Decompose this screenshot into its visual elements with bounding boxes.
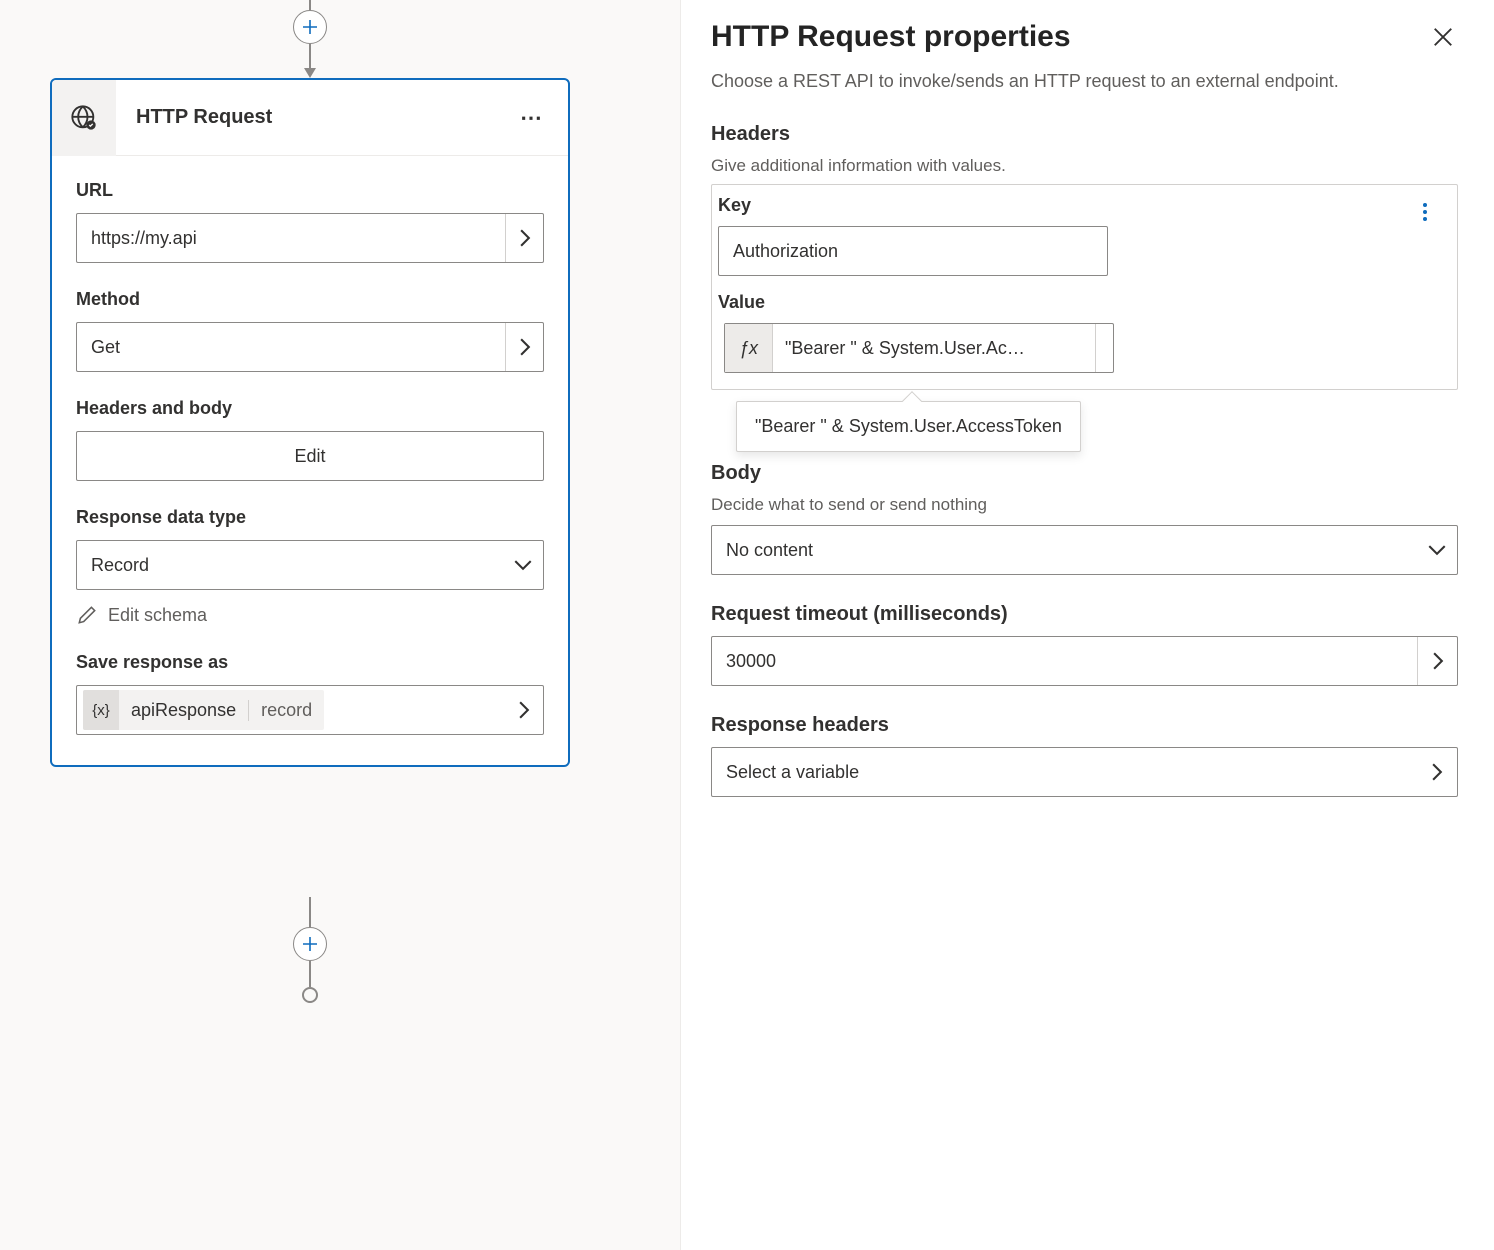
- body-title: Body: [711, 462, 1458, 485]
- chevron-down-icon: [503, 559, 543, 571]
- response-headers-section: Response headers Select a variable: [711, 714, 1458, 797]
- response-type-field: Response data type Record Edit schema: [76, 507, 544, 626]
- node-more-button[interactable]: ⋯: [496, 105, 568, 131]
- method-label: Method: [76, 289, 544, 310]
- flow-connector-bottom: [306, 897, 314, 1017]
- response-type-label: Response data type: [76, 507, 544, 528]
- response-type-value: Record: [77, 555, 503, 576]
- url-input[interactable]: [77, 228, 505, 249]
- timeout-input-row[interactable]: [711, 636, 1458, 686]
- body-section: Body Decide what to send or send nothing…: [711, 462, 1458, 575]
- header-item-card: Key Value ƒx "Bearer " & System.User.Ac……: [711, 184, 1458, 390]
- add-node-button-bottom[interactable]: [293, 927, 327, 961]
- node-header: HTTP Request ⋯: [52, 80, 568, 156]
- variable-name: apiResponse: [119, 700, 248, 721]
- response-headers-placeholder: Select a variable: [712, 762, 1417, 783]
- flow-end-icon: [302, 987, 318, 1003]
- headers-body-label: Headers and body: [76, 398, 544, 419]
- chevron-down-icon: [1417, 544, 1457, 556]
- response-headers-select[interactable]: Select a variable: [711, 747, 1458, 797]
- fx-icon: ƒx: [725, 324, 773, 372]
- method-expand-button[interactable]: [505, 323, 543, 371]
- method-field: Method Get: [76, 289, 544, 372]
- node-body: URL Method Get: [52, 156, 568, 765]
- panel-title: HTTP Request properties: [711, 20, 1071, 54]
- headers-hint: Give additional information with values.: [711, 156, 1458, 176]
- headers-body-field: Headers and body Edit: [76, 398, 544, 481]
- pencil-icon: [76, 604, 98, 626]
- header-value-formula[interactable]: ƒx "Bearer " & System.User.Ac…: [724, 323, 1114, 373]
- canvas-area: HTTP Request ⋯ URL Method Get: [0, 0, 680, 1250]
- headers-section: Headers Give additional information with…: [711, 123, 1458, 390]
- body-value: No content: [712, 540, 1417, 561]
- http-icon: [52, 80, 116, 156]
- timeout-input[interactable]: [712, 651, 1417, 672]
- method-value: Get: [77, 337, 505, 358]
- timeout-section: Request timeout (milliseconds): [711, 603, 1458, 686]
- http-request-node[interactable]: HTTP Request ⋯ URL Method Get: [50, 78, 570, 767]
- method-input-row[interactable]: Get: [76, 322, 544, 372]
- vertical-dots-icon: [1423, 203, 1427, 221]
- edit-headers-button[interactable]: Edit: [76, 431, 544, 481]
- variable-icon: {x}: [83, 690, 119, 730]
- body-select[interactable]: No content: [711, 525, 1458, 575]
- body-hint: Decide what to send or send nothing: [711, 495, 1458, 515]
- url-expand-button[interactable]: [505, 214, 543, 262]
- variable-chip[interactable]: {x} apiResponse record: [83, 690, 324, 730]
- headers-title: Headers: [711, 123, 1458, 146]
- header-value-label: Value: [718, 292, 1443, 313]
- header-item-menu[interactable]: [1407, 195, 1443, 221]
- save-as-field: Save response as {x} apiResponse record: [76, 652, 544, 735]
- edit-schema-text: Edit schema: [108, 605, 207, 626]
- edit-schema-link[interactable]: Edit schema: [76, 604, 544, 626]
- save-as-expand-button[interactable]: [505, 701, 543, 719]
- save-as-label: Save response as: [76, 652, 544, 673]
- tooltip-text: "Bearer " & System.User.AccessToken: [755, 416, 1062, 436]
- header-key-label: Key: [718, 195, 1407, 216]
- header-value-text: "Bearer " & System.User.Ac…: [773, 324, 1095, 372]
- flow-connector-top: [306, 0, 314, 78]
- response-headers-expand-button[interactable]: [1417, 748, 1457, 796]
- response-headers-title: Response headers: [711, 714, 1458, 737]
- arrow-down-icon: [304, 68, 316, 78]
- url-input-row[interactable]: [76, 213, 544, 263]
- formula-tooltip: "Bearer " & System.User.AccessToken: [736, 401, 1081, 452]
- close-button[interactable]: [1428, 22, 1458, 52]
- url-field: URL: [76, 180, 544, 263]
- timeout-title: Request timeout (milliseconds): [711, 603, 1458, 626]
- header-key-input[interactable]: [718, 226, 1108, 276]
- url-label: URL: [76, 180, 544, 201]
- timeout-expand-button[interactable]: [1417, 637, 1457, 685]
- variable-type: record: [248, 700, 324, 721]
- node-title: HTTP Request: [116, 106, 496, 129]
- properties-panel: HTTP Request properties Choose a REST AP…: [680, 0, 1494, 1250]
- save-as-row[interactable]: {x} apiResponse record: [76, 685, 544, 735]
- response-type-select[interactable]: Record: [76, 540, 544, 590]
- panel-description: Choose a REST API to invoke/sends an HTT…: [711, 68, 1458, 95]
- add-node-button-top[interactable]: [293, 10, 327, 44]
